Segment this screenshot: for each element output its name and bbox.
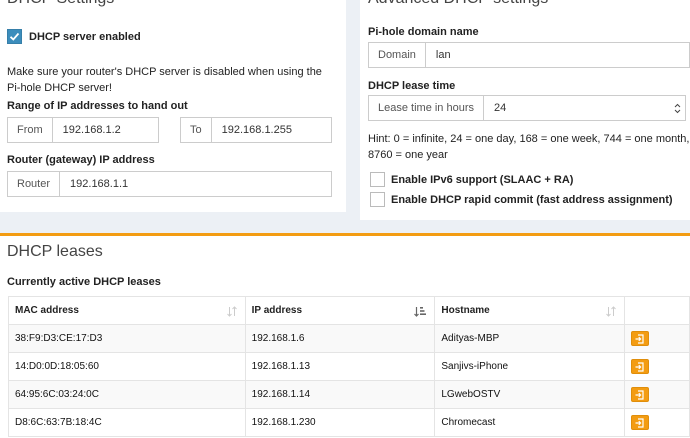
ipv6-checkbox[interactable]	[370, 172, 385, 187]
static-lease-button[interactable]	[631, 359, 650, 374]
domain-input[interactable]: lan	[425, 42, 690, 68]
leases-subtitle: Currently active DHCP leases	[7, 276, 161, 288]
domain-addon: Domain	[368, 42, 426, 68]
to-input-group: To 192.168.1.255	[180, 117, 332, 143]
host-cell: LGwebOSTV	[434, 380, 626, 409]
sort-icon	[226, 306, 237, 317]
router-input-group: Router 192.168.1.1	[7, 171, 332, 197]
table-row: D8:6C:63:7B:18:4C 192.168.1.230 Chromeca…	[8, 408, 690, 437]
host-cell: Chromecast	[434, 408, 626, 437]
dhcp-leases-box: DHCP leases Currently active DHCP leases…	[0, 233, 690, 438]
col-host-header[interactable]: Hostname	[434, 296, 626, 325]
static-lease-button[interactable]	[631, 387, 650, 402]
mac-cell: D8:6C:63:7B:18:4C	[8, 408, 246, 437]
dhcp-enabled-checkbox[interactable]	[7, 29, 22, 44]
table-row: 64:95:6C:03:24:0C 192.168.1.14 LGwebOSTV	[8, 380, 690, 409]
ip-cell: 192.168.1.6	[244, 324, 436, 353]
mac-cell: 64:95:6C:03:24:0C	[8, 380, 246, 409]
leases-table: MAC address IP address Hostname 38:F9:D3…	[8, 296, 690, 437]
table-row: 38:F9:D3:CE:17:D3 192.168.1.6 Adityas-MB…	[8, 324, 690, 353]
col-ip-header[interactable]: IP address	[244, 296, 436, 325]
leases-title: DHCP leases	[7, 243, 103, 260]
static-lease-icon	[635, 417, 644, 428]
ip-cell: 192.168.1.14	[244, 380, 436, 409]
static-lease-icon	[635, 389, 644, 400]
lease-value: 24	[494, 102, 507, 114]
domain-input-group: Domain lan	[368, 42, 690, 68]
from-input-group: From 192.168.1.2	[7, 117, 159, 143]
sort-asc-icon	[414, 307, 427, 317]
range-section-label: Range of IP addresses to hand out	[7, 100, 188, 112]
router-input[interactable]: 192.168.1.1	[60, 171, 332, 197]
domain-section-label: Pi-hole domain name	[368, 26, 479, 38]
dhcp-settings-box: DHCP Settings DHCP server enabled Make s…	[0, 0, 346, 212]
advanced-dhcp-title: Advanced DHCP settings	[368, 0, 548, 8]
col-mac-header[interactable]: MAC address	[8, 296, 246, 325]
from-addon: From	[7, 117, 53, 143]
advanced-dhcp-box: Advanced DHCP settings Pi-hole domain na…	[360, 0, 690, 220]
to-input[interactable]: 192.168.1.255	[211, 117, 332, 143]
ip-cell: 192.168.1.13	[244, 352, 436, 381]
lease-input-group: Lease time in hours 24	[368, 95, 686, 121]
static-lease-icon	[635, 333, 644, 344]
action-cell	[624, 408, 690, 437]
to-addon: To	[180, 117, 212, 143]
table-header-row: MAC address IP address Hostname	[8, 296, 690, 325]
host-cell: Sanjivs-iPhone	[434, 352, 626, 381]
lease-input[interactable]: 24	[484, 95, 686, 121]
dhcp-warning-text: Make sure your router's DHCP server is d…	[7, 66, 322, 94]
from-input[interactable]: 192.168.1.2	[52, 117, 159, 143]
lease-hint: Hint: 0 = infinite, 24 = one day, 168 = …	[368, 133, 690, 161]
static-lease-icon	[635, 361, 644, 372]
dhcp-settings-title: DHCP Settings	[7, 0, 114, 8]
table-row: 14:D0:0D:18:05:60 192.168.1.13 Sanjivs-i…	[8, 352, 690, 381]
host-cell: Adityas-MBP	[434, 324, 626, 353]
router-addon: Router	[7, 171, 61, 197]
rapid-commit-checkbox[interactable]	[370, 192, 385, 207]
router-section-label: Router (gateway) IP address	[7, 154, 155, 166]
action-cell	[624, 380, 690, 409]
ip-cell: 192.168.1.230	[244, 408, 436, 437]
check-icon	[9, 32, 20, 41]
action-cell	[624, 352, 690, 381]
static-lease-button[interactable]	[631, 331, 650, 346]
col-action-header	[624, 296, 690, 325]
mac-cell: 14:D0:0D:18:05:60	[8, 352, 246, 381]
sort-icon	[606, 306, 616, 317]
lease-addon: Lease time in hours	[368, 95, 484, 121]
spinner-icon[interactable]	[674, 103, 681, 114]
static-lease-button[interactable]	[631, 415, 650, 430]
action-cell	[624, 324, 690, 353]
lease-section-label: DHCP lease time	[368, 80, 456, 92]
mac-cell: 38:F9:D3:CE:17:D3	[8, 324, 246, 353]
rapid-commit-label: Enable DHCP rapid commit (fast address a…	[391, 194, 673, 206]
dhcp-enabled-label: DHCP server enabled	[29, 31, 141, 43]
ipv6-label: Enable IPv6 support (SLAAC + RA)	[391, 174, 574, 186]
